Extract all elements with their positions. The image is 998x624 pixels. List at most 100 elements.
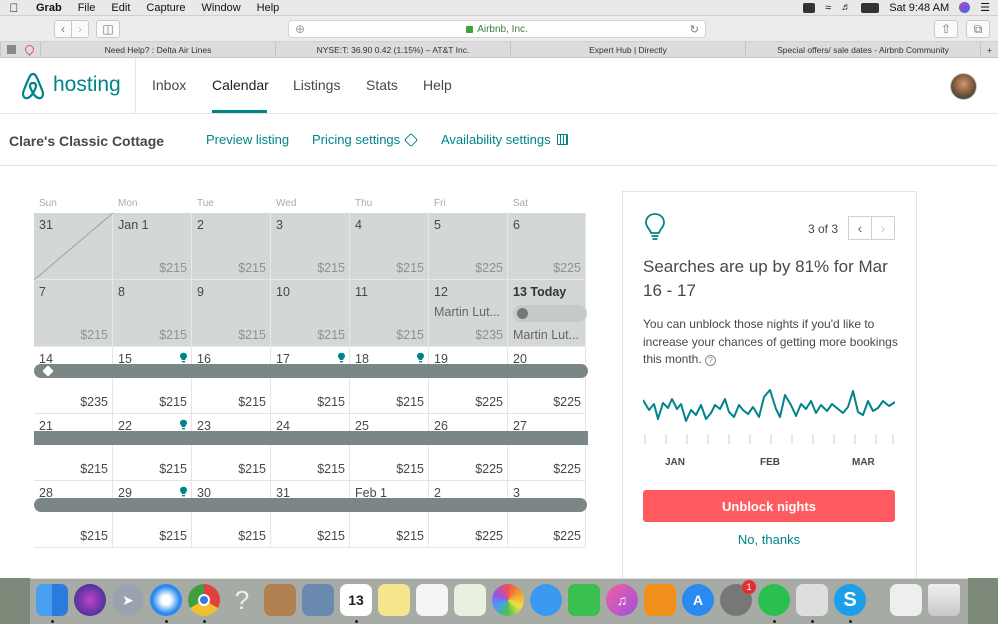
calendar-day-cell[interactable]: 16 $215	[192, 347, 271, 414]
music-icon[interactable]: ♫	[606, 584, 638, 616]
calendar-day-cell[interactable]: 10 $215	[271, 280, 350, 347]
calendar-day-cell[interactable]: 24 $215	[271, 414, 350, 481]
battery-icon[interactable]	[861, 2, 880, 13]
blocked-nights-bar[interactable]	[34, 498, 587, 512]
trash-icon[interactable]	[928, 584, 960, 616]
calendar-dock-icon[interactable]: 13	[340, 584, 372, 616]
calendar-day-cell[interactable]: 13 Today Martin Lut...	[508, 280, 587, 347]
calendar-day-cell[interactable]: 19 $225	[429, 347, 508, 414]
prev-insight-button[interactable]: ‹	[848, 216, 872, 240]
forward-button[interactable]: ›	[71, 20, 89, 38]
calendar-day-cell[interactable]: 27 $225	[508, 414, 586, 481]
hosting-logo-text[interactable]: hosting	[53, 73, 121, 97]
maps-icon[interactable]	[454, 584, 486, 616]
calendar-day-cell[interactable]: Jan 1 $215	[113, 213, 192, 280]
availability-settings-link[interactable]: Availability settings	[441, 132, 568, 147]
skype-status-icon[interactable]	[803, 2, 816, 13]
reload-icon[interactable]: ↻	[690, 23, 699, 36]
wifi-icon[interactable]: ≈	[825, 2, 831, 14]
airbnb-pinned-icon[interactable]	[22, 43, 36, 56]
demand-lightbulb-icon[interactable]	[179, 352, 188, 363]
airbnb-logo-icon[interactable]	[20, 72, 46, 100]
nav-inbox[interactable]: Inbox	[152, 77, 186, 93]
calendar-day-cell[interactable]: 2 $225	[429, 481, 508, 548]
help-icon[interactable]: ?	[705, 355, 717, 366]
no-thanks-link[interactable]: No, thanks	[643, 532, 895, 547]
tab-directly[interactable]: Expert Hub | Directly	[510, 42, 745, 57]
siri-icon[interactable]	[959, 2, 971, 13]
chrome-icon[interactable]	[188, 584, 220, 616]
books-icon[interactable]	[644, 584, 676, 616]
calendar-day-cell[interactable]: 30 $215	[192, 481, 271, 548]
calendar-day-cell[interactable]: 3 $225	[508, 481, 586, 548]
siri-dock-icon[interactable]	[74, 584, 106, 616]
notification-center-icon[interactable]: ☰	[980, 1, 990, 14]
menu-window[interactable]: Window	[194, 2, 249, 14]
skype-icon[interactable]: S	[834, 584, 866, 616]
pricing-settings-link[interactable]: Pricing settings	[312, 132, 419, 147]
reminders-icon[interactable]	[416, 584, 448, 616]
listing-title[interactable]: Clare's Classic Cottage	[9, 133, 164, 149]
calendar-day-cell[interactable]: 25 $215	[350, 414, 429, 481]
tab-airbnb-community[interactable]: Special offers/ sale dates - Airbnb Comm…	[745, 42, 980, 57]
calendar-day-cell[interactable]: 14 $235	[34, 347, 113, 414]
grab-icon[interactable]	[796, 584, 828, 616]
calendar-day-cell[interactable]: 21 $215	[34, 414, 113, 481]
help-question-icon[interactable]: ?	[226, 584, 258, 616]
calendar-day-cell[interactable]: 31	[34, 213, 113, 280]
sidebar-toggle-button[interactable]: ◫	[96, 20, 120, 38]
apple-menu-icon[interactable]: 	[0, 1, 28, 15]
finder-icon[interactable]	[36, 584, 68, 616]
menu-capture[interactable]: Capture	[138, 2, 193, 14]
calendar-day-cell[interactable]: Feb 1 $215	[350, 481, 429, 548]
address-bar[interactable]: ⊕ Airbnb, Inc. ↻	[288, 20, 706, 38]
menu-edit[interactable]: Edit	[103, 2, 138, 14]
photos-icon[interactable]	[492, 584, 524, 616]
add-tab-icon[interactable]: ⊕	[295, 22, 305, 36]
demand-lightbulb-icon[interactable]	[179, 486, 188, 497]
nav-listings[interactable]: Listings	[293, 77, 340, 93]
calendar-day-cell[interactable]: 8 $215	[113, 280, 192, 347]
pinned-tabs[interactable]	[0, 42, 40, 57]
menubar-clock[interactable]: Sat 9:48 AM	[889, 2, 949, 14]
tabs-overview-button[interactable]: ⧉	[966, 20, 990, 38]
unblock-nights-button[interactable]: Unblock nights	[643, 490, 895, 522]
avatar[interactable]	[950, 73, 977, 100]
blocked-nights-bar[interactable]	[34, 364, 588, 378]
calendar-day-cell[interactable]: 26 $225	[429, 414, 508, 481]
calendar-day-cell[interactable]: 11 $215	[350, 280, 429, 347]
demand-lightbulb-icon[interactable]	[416, 352, 425, 363]
demand-lightbulb-icon[interactable]	[179, 419, 188, 430]
mail-stamp-icon[interactable]	[302, 584, 334, 616]
calendar-day-cell[interactable]: 3 $215	[271, 213, 350, 280]
calendar-day-cell[interactable]: 5 $225	[429, 213, 508, 280]
calendar-day-cell[interactable]: 4 $215	[350, 213, 429, 280]
launchpad-icon[interactable]: ➤	[112, 584, 144, 616]
app-store-icon[interactable]: A	[682, 584, 714, 616]
preview-listing-link[interactable]: Preview listing	[206, 132, 289, 147]
nav-stats[interactable]: Stats	[366, 77, 398, 93]
pinned-tab-icon[interactable]	[7, 45, 17, 54]
tab-att[interactable]: NYSE:T: 36.90 0.42 (1.15%) – AT&T Inc.	[275, 42, 510, 57]
calendar-day-cell[interactable]: 12 $235 Martin Lut...	[429, 280, 508, 347]
facetime-icon[interactable]	[568, 584, 600, 616]
menu-help[interactable]: Help	[249, 2, 288, 14]
safari-icon[interactable]	[150, 584, 182, 616]
next-insight-button[interactable]: ›	[871, 216, 895, 240]
demand-lightbulb-icon[interactable]	[337, 352, 346, 363]
back-button[interactable]: ‹	[54, 20, 72, 38]
new-tab-button[interactable]: +	[980, 42, 998, 57]
whatsapp-icon[interactable]	[758, 584, 790, 616]
app-menu[interactable]: Grab	[28, 2, 70, 14]
calendar-day-cell[interactable]: 28 $215	[34, 481, 113, 548]
calendar-day-cell[interactable]: 9 $215	[192, 280, 271, 347]
messages-icon[interactable]	[530, 584, 562, 616]
calendar-day-cell[interactable]: 6 $225	[508, 213, 586, 280]
calendar-day-cell[interactable]: 31 $215	[271, 481, 350, 548]
menu-file[interactable]: File	[70, 2, 104, 14]
volume-icon[interactable]: ♬	[841, 2, 851, 13]
calendar-day-cell[interactable]: 7 $215	[34, 280, 113, 347]
calendar-day-cell[interactable]: 2 $215	[192, 213, 271, 280]
blocked-nights-bar[interactable]	[34, 431, 588, 445]
notes-icon[interactable]	[378, 584, 410, 616]
